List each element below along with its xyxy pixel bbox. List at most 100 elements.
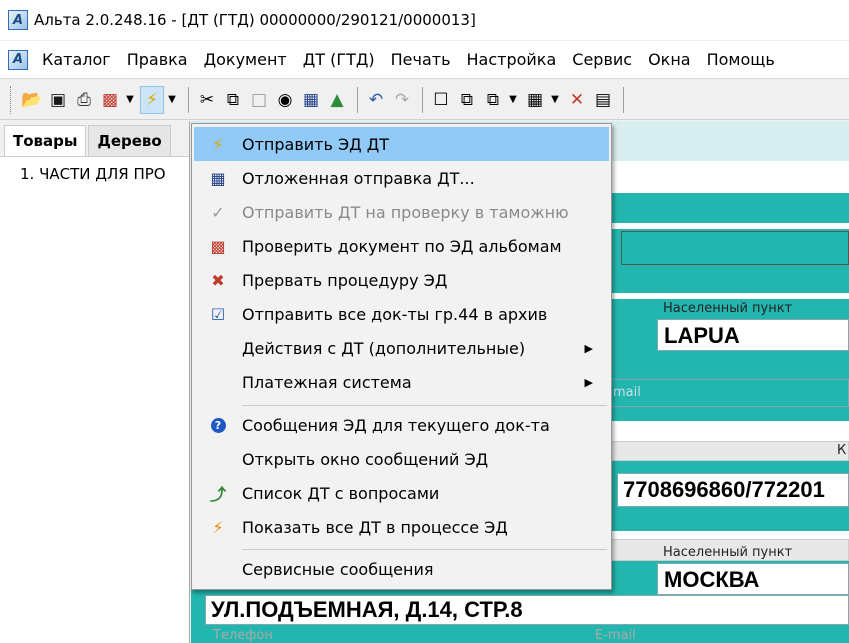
tree-item[interactable]: 1. ЧАСТИ ДЛЯ ПРО (0, 157, 189, 183)
cut-icon[interactable]: ✂ (195, 86, 219, 114)
lightning-icon: ⚡ (212, 134, 224, 154)
menu-document[interactable]: Документ (196, 50, 295, 69)
menu-item-dt-actions[interactable]: Действия с ДТ (дополнительные) ▶ (194, 331, 609, 365)
left-panel-tabs: Товары Дерево (0, 121, 189, 157)
menu-separator (242, 549, 607, 550)
address-value: УЛ.ПОДЪЕМНАЯ, Д.14, СТР.8 (211, 597, 523, 622)
document-menu-icon[interactable]: A (8, 49, 28, 70)
section-divider (611, 441, 849, 461)
menu-edit[interactable]: Правка (119, 50, 196, 69)
email-label: mail (613, 385, 641, 400)
inn-value: 7708696860/772201 (623, 477, 825, 502)
cancel-doc-icon: ✖ (211, 270, 225, 290)
menu-item-check-by-albums[interactable]: ▩ Проверить документ по ЭД альбомам (194, 229, 609, 263)
menu-windows[interactable]: Окна (640, 50, 699, 69)
tab-goods[interactable]: Товары (4, 125, 87, 156)
menu-item-send-ed-dt[interactable]: ⚡ Отправить ЭД ДТ (194, 127, 609, 161)
save-icon[interactable]: ▣ (46, 86, 70, 114)
send-ed-dropdown-arrow[interactable]: ▼ (166, 86, 178, 114)
title-bar: A Альта 2.0.248.16 - [ДТ (ГТД) 00000000/… (0, 0, 849, 40)
open-folder-icon[interactable]: 📂 (20, 86, 44, 114)
phone-label: Телефон (213, 628, 273, 643)
menu-dt[interactable]: ДТ (ГТД) (295, 50, 383, 69)
menu-item-deferred-send[interactable]: ▦ Отложенная отправка ДТ... (194, 161, 609, 195)
settlement-label: Населенный пункт (663, 301, 793, 316)
delete-icon[interactable]: ✕ (565, 86, 589, 114)
toolbar-separator (422, 86, 423, 113)
submenu-arrow-icon: ▶ (584, 375, 593, 389)
menu-bar: A Каталог Правка Документ ДТ (ГТД) Печат… (0, 41, 849, 79)
menu-item-ed-messages[interactable]: ? Сообщения ЭД для текущего док-та (194, 408, 609, 442)
documents-icon[interactable]: ▤ (591, 86, 615, 114)
new-document-icon[interactable]: ☐ (429, 86, 453, 114)
menu-item-label: Сервисные сообщения (242, 559, 434, 579)
menu-item-abort-ed[interactable]: ✖ Прервать процедуру ЭД (194, 263, 609, 297)
calendar-icon[interactable]: ▦ (299, 86, 323, 114)
menu-item-label: Отправить все док-ты гр.44 в архив (242, 304, 548, 324)
menu-item-show-all-in-process[interactable]: ⚡ Показать все ДТ в процессе ЭД (194, 510, 609, 544)
k-label: К (837, 443, 847, 458)
email-label-2: E-mail (595, 628, 636, 643)
export-document-icon[interactable]: ⧉ (455, 86, 479, 114)
menu-item-archive-all[interactable]: ☑ Отправить все док-ты гр.44 в архив (194, 297, 609, 331)
paste-icon[interactable]: □ (247, 86, 271, 114)
deferred-send-icon: ▦ (210, 168, 226, 188)
green-arrow-icon: ⤴ (209, 485, 226, 504)
table-dropdown-arrow[interactable]: ▼ (549, 86, 561, 114)
settlement-value: LAPUA (664, 323, 740, 348)
menu-item-service-messages[interactable]: Сервисные сообщения (194, 552, 609, 586)
window-title: Альта 2.0.248.16 - [ДТ (ГТД) 00000000/29… (34, 11, 476, 29)
menu-item-label: Действия с ДТ (дополнительные) (242, 338, 526, 358)
toolbar-separator (188, 86, 189, 113)
process-icon: ⚡ (212, 517, 224, 537)
find-binoculars-icon[interactable]: ◉ (273, 86, 297, 114)
menu-item-label: Открыть окно сообщений ЭД (242, 449, 489, 469)
menu-item-label: Проверить документ по ЭД альбомам (242, 236, 562, 256)
menu-settings[interactable]: Настройка (459, 50, 565, 69)
archive-check-icon: ☑ (210, 304, 226, 324)
print-icon[interactable]: ⎙ (72, 86, 96, 114)
copy-icon[interactable]: ⧉ (221, 86, 245, 114)
send-ed-dropdown-menu: ⚡ Отправить ЭД ДТ ▦ Отложенная отправка … (191, 123, 612, 590)
xml-check-icon: ▩ (210, 236, 226, 256)
menu-item-label: Сообщения ЭД для текущего док-та (242, 415, 550, 435)
tab-header-field[interactable] (621, 231, 849, 265)
xml-icon[interactable]: ▩ (98, 86, 122, 114)
table-icon[interactable]: ▦ (523, 86, 547, 114)
menu-separator (242, 405, 607, 406)
tab-tree[interactable]: Дерево (88, 125, 171, 156)
left-panel: Товары Дерево 1. ЧАСТИ ДЛЯ ПРО (0, 121, 190, 643)
settlement-label-2: Населенный пункт (663, 545, 793, 560)
menu-catalog[interactable]: Каталог (34, 50, 119, 69)
undo-icon[interactable]: ↶ (364, 86, 388, 114)
copy-document-dropdown-arrow[interactable]: ▼ (507, 86, 519, 114)
menu-item-label: Платежная система (242, 372, 412, 392)
menu-item-label: Отправить ЭД ДТ (242, 134, 390, 154)
menu-item-label: Отправить ДТ на проверку в таможню (242, 202, 569, 222)
menu-item-send-to-customs-check: ✓ Отправить ДТ на проверку в таможню (194, 195, 609, 229)
menu-help[interactable]: Помощь (699, 50, 783, 69)
app-icon[interactable]: A (8, 10, 28, 30)
check-disabled-icon: ✓ (211, 202, 225, 222)
menu-print[interactable]: Печать (383, 50, 459, 69)
menu-item-label: Прервать процедуру ЭД (242, 270, 448, 290)
book-icon[interactable]: ▲ (325, 86, 349, 114)
menu-service[interactable]: Сервис (564, 50, 640, 69)
toolbar-grip[interactable] (10, 85, 14, 114)
menu-item-label: Список ДТ с вопросами (242, 483, 440, 503)
toolbar: 📂 ▣ ⎙ ▩ ▼ ⚡ ▼ ✂ ⧉ □ ◉ ▦ ▲ ↶ ↷ ☐ ⧉ ⧉ ▼ ▦ … (0, 80, 849, 120)
toolbar-separator (623, 86, 624, 113)
menu-item-open-messages-window[interactable]: Открыть окно сообщений ЭД (194, 442, 609, 476)
xml-dropdown-arrow[interactable]: ▼ (124, 86, 136, 114)
menu-item-payment-system[interactable]: Платежная система ▶ (194, 365, 609, 399)
menu-item-label: Отложенная отправка ДТ... (242, 168, 475, 188)
redo-icon[interactable]: ↷ (390, 86, 414, 114)
submenu-arrow-icon: ▶ (584, 341, 593, 355)
city-value: МОСКВА (664, 567, 760, 592)
copy-document-icon[interactable]: ⧉ (481, 86, 505, 114)
menu-item-label: Показать все ДТ в процессе ЭД (242, 517, 508, 537)
menu-item-dt-with-questions[interactable]: ⤴ Список ДТ с вопросами (194, 476, 609, 510)
toolbar-separator (357, 86, 358, 113)
email-field[interactable] (611, 379, 849, 407)
send-ed-lightning-icon[interactable]: ⚡ (140, 85, 164, 114)
